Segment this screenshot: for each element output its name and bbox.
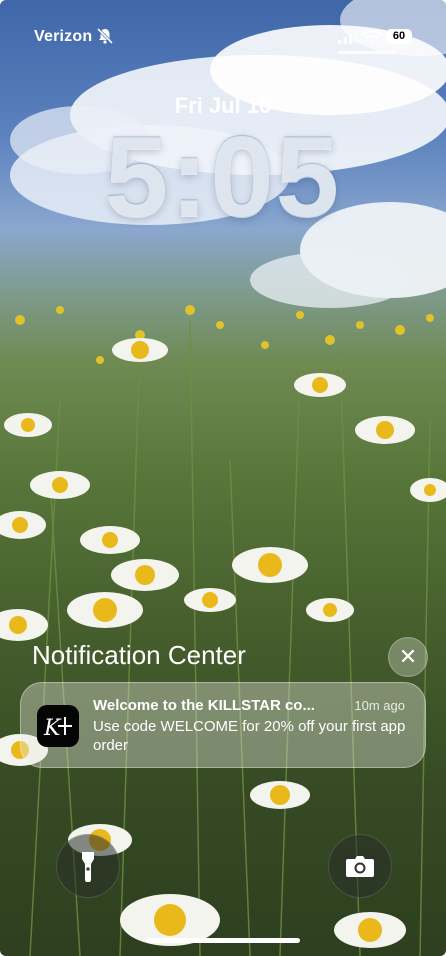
wifi-icon (362, 29, 382, 44)
lock-screen: Verizon 60 Fri Jul 10 5:05 Notification … (0, 0, 446, 956)
home-indicator[interactable] (146, 938, 300, 943)
notification-title: Welcome to the KILLSTAR co... (93, 697, 315, 714)
killstar-app-icon: K (37, 705, 79, 747)
killstar-logo-icon: K (43, 716, 72, 741)
battery-icon: 60 (386, 29, 412, 44)
svg-text:K: K (43, 716, 62, 741)
camera-icon (346, 856, 374, 877)
bell-slash-icon (96, 27, 114, 45)
status-indicator-line (338, 51, 396, 54)
notification-card[interactable]: K Welcome to the KILLSTAR co... 10m ago … (20, 682, 426, 768)
flashlight-button[interactable] (56, 834, 120, 898)
notification-body: Use code WELCOME for 20% off your first … (93, 718, 406, 754)
status-bar: Verizon 60 (34, 26, 412, 50)
carrier-name: Verizon (34, 28, 93, 45)
flashlight-icon (82, 852, 94, 882)
notification-time: 10m ago (354, 698, 405, 713)
signal-icon (338, 31, 358, 44)
notification-center-title: Notification Center (32, 640, 246, 670)
lock-time: 5:05 (104, 114, 342, 241)
close-icon[interactable]: ✕ (388, 637, 428, 677)
camera-button[interactable] (328, 834, 392, 898)
